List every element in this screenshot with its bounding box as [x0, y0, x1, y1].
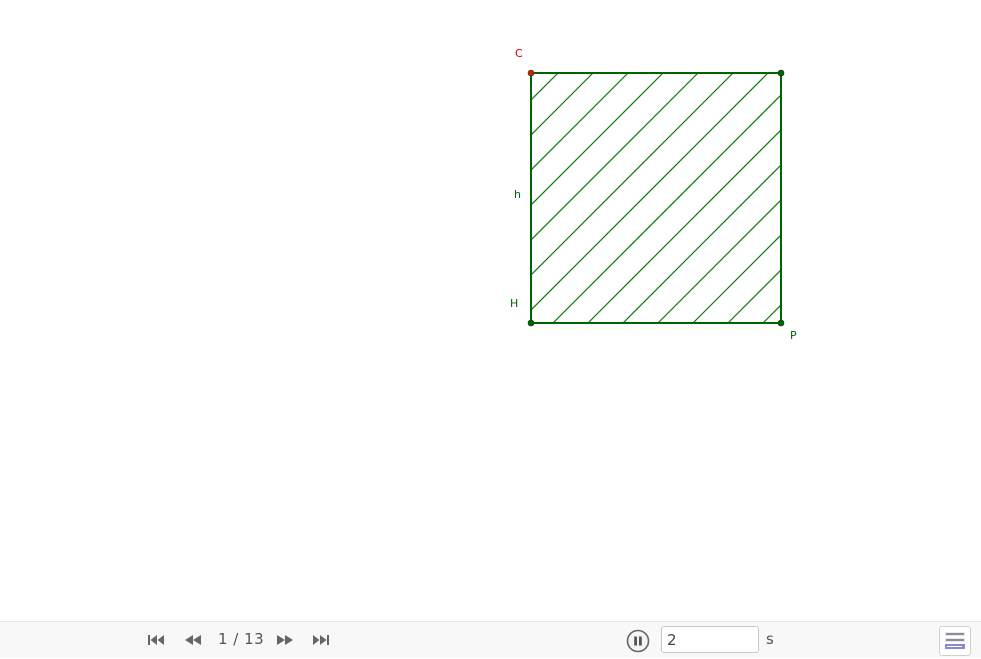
point-p[interactable] — [777, 319, 785, 327]
skip-first-icon — [148, 635, 164, 645]
algebra-view-button[interactable] — [939, 626, 971, 656]
label-h-segment: h — [514, 188, 521, 201]
point-top-right[interactable] — [777, 69, 785, 77]
point-c[interactable] — [527, 69, 535, 77]
navigation-bar: 1 / 13 s — [0, 621, 981, 658]
first-step-button[interactable] — [146, 632, 166, 648]
graphics-view[interactable]: C h H P — [0, 0, 981, 621]
label-c: C — [515, 47, 523, 60]
hatch-line — [762, 304, 781, 323]
speed-input[interactable] — [661, 626, 759, 653]
fast-forward-icon — [277, 635, 293, 645]
square-polygon[interactable] — [530, 72, 782, 324]
skip-last-icon — [313, 635, 329, 645]
polygon-hatching — [531, 73, 781, 323]
speed-unit: s — [766, 630, 774, 648]
label-h-point: H — [510, 297, 518, 310]
point-h[interactable] — [527, 319, 535, 327]
last-step-button[interactable] — [311, 632, 331, 648]
label-p: P — [790, 329, 797, 342]
step-counter: 1 / 13 — [218, 630, 265, 648]
algebra-view-icon — [945, 632, 965, 649]
pause-icon — [626, 629, 650, 653]
rewind-icon — [185, 635, 201, 645]
previous-step-button[interactable] — [183, 632, 203, 648]
next-step-button[interactable] — [275, 632, 295, 648]
play-pause-button[interactable] — [626, 629, 650, 653]
